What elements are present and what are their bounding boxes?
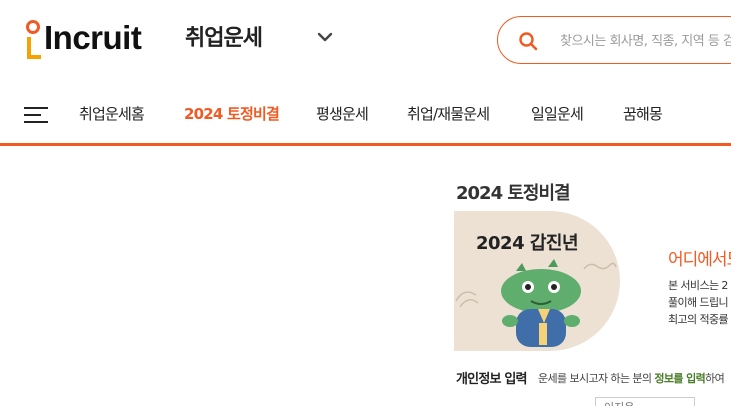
nav-item-tojeong[interactable]: 2024 토정비결 — [184, 102, 280, 126]
name-select[interactable]: 이지은 — [595, 397, 695, 406]
banner-description: 본 서비스는 2 풀이해 드립니 최고의 적중률 — [668, 277, 729, 328]
section-title: 2024 토정비결 — [456, 183, 571, 204]
banner-desc-line: 풀이해 드립니 — [668, 296, 729, 309]
dragon-mascot-icon — [501, 259, 581, 347]
search-box[interactable] — [497, 16, 731, 64]
nav-item-lifetime[interactable]: 평생운세 — [316, 102, 369, 126]
search-input[interactable] — [560, 29, 731, 53]
tojeong-banner: 2024 갑진년 어디에서도 본 서비스는 2 풀이해 드립니 최고의 적중률 — [454, 211, 731, 351]
banner-desc-line: 본 서비스는 2 — [668, 279, 728, 292]
form-description: 운세를 보시고자 하는 분의 정보를 입력하여 — [538, 372, 725, 385]
nav-item-fortune-home[interactable]: 취업운세홈 — [79, 102, 145, 126]
nav-item-dream[interactable]: 꿈해몽 — [623, 102, 663, 126]
banner-heading: 어디에서도 — [668, 250, 731, 270]
banner-illustration: 2024 갑진년 — [454, 211, 620, 351]
hamburger-menu-icon[interactable] — [24, 105, 48, 125]
form-title: 개인정보 입력 — [456, 372, 527, 387]
incruit-logo[interactable]: Incruit — [22, 18, 157, 62]
nav-item-daily[interactable]: 일일운세 — [531, 102, 584, 126]
search-icon[interactable] — [518, 31, 538, 51]
logo-text: Incruit — [44, 19, 142, 56]
nav-item-job-wealth[interactable]: 취업/재물운세 — [407, 102, 490, 126]
main-nav: 취업운세홈 2024 토정비결 평생운세 취업/재물운세 일일운세 꿈해몽 — [0, 86, 731, 146]
logo-mark-icon — [22, 18, 46, 62]
banner-desc-line: 최고의 적중률 — [668, 313, 729, 326]
form-description-highlight: 정보를 입력 — [654, 372, 706, 385]
service-title[interactable]: 취업운세 — [185, 24, 263, 54]
chevron-down-icon[interactable] — [316, 28, 334, 46]
